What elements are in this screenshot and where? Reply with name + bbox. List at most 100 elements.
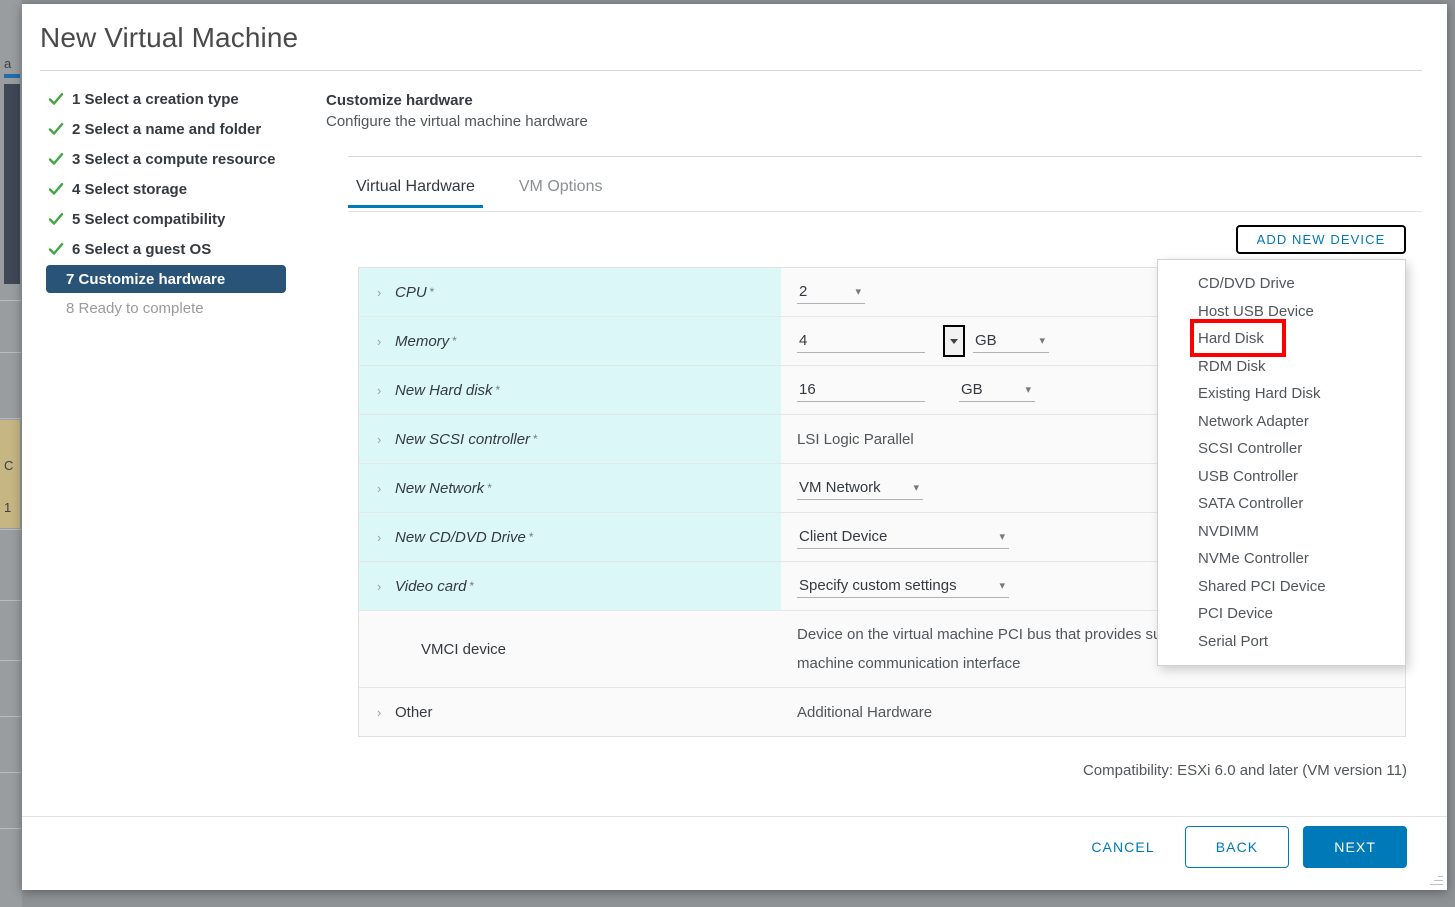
menu-item-rdm-disk[interactable]: RDM Disk: [1158, 353, 1405, 381]
cancel-button[interactable]: CANCEL: [1075, 829, 1170, 865]
add-new-device-button[interactable]: ADD NEW DEVICE: [1236, 225, 1406, 254]
step-label: 5 Select compatibility: [72, 211, 225, 228]
step-label: 8 Ready to complete: [66, 300, 204, 317]
menu-item-cd-dvd-drive[interactable]: CD/DVD Drive: [1158, 270, 1405, 298]
checkmark-icon: [48, 181, 64, 197]
row-label: CPU: [395, 284, 427, 301]
pane-title: Customize hardware: [326, 92, 588, 109]
required-marker: *: [496, 383, 501, 397]
sidebar-item-step-4[interactable]: 4 Select storage: [46, 174, 336, 204]
background-app-strip: a C 1: [0, 0, 22, 907]
step-label: 7 Customize hardware: [66, 271, 225, 288]
chevron-right-icon[interactable]: ›: [377, 481, 395, 496]
menu-item-shared-pci-device[interactable]: Shared PCI Device: [1158, 573, 1405, 601]
chevron-down-icon: ▾: [855, 285, 861, 298]
menu-item-nvme-controller[interactable]: NVMe Controller: [1158, 545, 1405, 573]
chevron-right-icon[interactable]: ›: [377, 579, 395, 594]
other-value: Additional Hardware: [797, 704, 932, 721]
required-marker: *: [533, 432, 538, 446]
network-select[interactable]: VM Network ▾: [797, 477, 923, 500]
required-marker: *: [469, 579, 474, 593]
checkmark-icon: [48, 121, 64, 137]
row-label-cell[interactable]: › New SCSI controller*: [359, 415, 781, 463]
sidebar-item-step-8[interactable]: 8 Ready to complete: [46, 293, 336, 323]
sidebar-item-step-7[interactable]: 7 Customize hardware: [46, 265, 286, 293]
row-label: VMCI device: [421, 641, 506, 658]
step-label: 3 Select a compute resource: [72, 151, 275, 168]
sidebar-item-step-6[interactable]: 6 Select a guest OS: [46, 234, 336, 264]
menu-item-scsi-controller[interactable]: SCSI Controller: [1158, 435, 1405, 463]
menu-item-serial-port[interactable]: Serial Port: [1158, 628, 1405, 656]
background-dark-panel: [4, 84, 20, 284]
sidebar-item-step-1[interactable]: 1 Select a creation type: [46, 84, 336, 114]
tab-virtual-hardware[interactable]: Virtual Hardware: [348, 174, 483, 208]
step-label: 2 Select a name and folder: [72, 121, 261, 138]
sidebar-item-step-5[interactable]: 5 Select compatibility: [46, 204, 336, 234]
row-label-cell[interactable]: › Other: [359, 688, 781, 736]
sidebar-item-step-2[interactable]: 2 Select a name and folder: [46, 114, 336, 144]
tab-vm-options[interactable]: VM Options: [511, 174, 611, 208]
chevron-down-icon: ▾: [999, 530, 1005, 543]
row-label-cell: VMCI device: [359, 611, 781, 687]
chevron-down-icon: ▾: [1025, 383, 1031, 396]
chevron-down-icon: ▾: [999, 579, 1005, 592]
row-label: New Hard disk: [395, 382, 493, 399]
compatibility-text: Compatibility: ESXi 6.0 and later (VM ve…: [1083, 762, 1407, 779]
menu-item-usb-controller[interactable]: USB Controller: [1158, 463, 1405, 491]
step-label: 1 Select a creation type: [72, 91, 239, 108]
title-divider: [40, 70, 1422, 71]
add-new-device-menu: CD/DVD Drive Host USB Device Hard Disk R…: [1157, 259, 1406, 666]
cd-dvd-device-value: Client Device: [799, 528, 887, 545]
sidebar-item-step-3[interactable]: 3 Select a compute resource: [46, 144, 336, 174]
menu-item-hard-disk[interactable]: Hard Disk: [1158, 325, 1405, 353]
chevron-right-icon[interactable]: ›: [377, 432, 395, 447]
footer-divider: [22, 816, 1447, 817]
row-label-cell[interactable]: › Video card*: [359, 562, 781, 610]
menu-item-nvdimm[interactable]: NVDIMM: [1158, 518, 1405, 546]
row-label-cell[interactable]: › Memory*: [359, 317, 781, 365]
resize-handle-icon[interactable]: [1429, 872, 1443, 886]
row-label: New Network: [395, 480, 484, 497]
chevron-right-icon[interactable]: ›: [377, 705, 395, 720]
hard-disk-unit-select[interactable]: GB ▾: [959, 379, 1035, 402]
memory-spinner-button[interactable]: [943, 325, 965, 357]
next-button[interactable]: NEXT: [1303, 826, 1407, 868]
required-marker: *: [452, 334, 457, 348]
hard-disk-size-input[interactable]: [797, 379, 925, 402]
cd-dvd-device-select[interactable]: Client Device ▾: [797, 526, 1009, 549]
background-accent-line: [4, 74, 20, 78]
chevron-right-icon[interactable]: ›: [377, 530, 395, 545]
chevron-right-icon[interactable]: ›: [377, 334, 395, 349]
row-label: Other: [395, 704, 433, 721]
step-label: 6 Select a guest OS: [72, 241, 211, 258]
row-label: New SCSI controller: [395, 431, 530, 448]
row-label-cell[interactable]: › New Hard disk*: [359, 366, 781, 414]
video-card-select[interactable]: Specify custom settings ▾: [797, 575, 1009, 598]
cpu-count-select[interactable]: 2 ▾: [797, 281, 865, 304]
chevron-right-icon[interactable]: ›: [377, 383, 395, 398]
row-label-cell[interactable]: › CPU*: [359, 268, 781, 316]
required-marker: *: [529, 530, 534, 544]
pane-header: Customize hardware Configure the virtual…: [326, 92, 588, 130]
checkmark-icon: [48, 151, 64, 167]
memory-size-input[interactable]: [797, 330, 925, 353]
memory-unit-select[interactable]: GB ▾: [973, 330, 1049, 353]
required-marker: *: [430, 285, 435, 299]
menu-item-pci-device[interactable]: PCI Device: [1158, 600, 1405, 628]
checkmark-icon: [48, 91, 64, 107]
tab-bar-underline: [348, 211, 1422, 212]
menu-item-existing-hard-disk[interactable]: Existing Hard Disk: [1158, 380, 1405, 408]
menu-item-host-usb-device[interactable]: Host USB Device: [1158, 298, 1405, 326]
menu-item-network-adapter[interactable]: Network Adapter: [1158, 408, 1405, 436]
back-button[interactable]: BACK: [1185, 826, 1290, 868]
menu-item-sata-controller[interactable]: SATA Controller: [1158, 490, 1405, 518]
memory-unit-value: GB: [975, 332, 997, 349]
page-title: New Virtual Machine: [40, 22, 298, 54]
row-label-cell[interactable]: › New Network*: [359, 464, 781, 512]
vmci-description-line-2: machine communication interface: [797, 655, 1020, 672]
wizard-steps: 1 Select a creation type 2 Select a name…: [46, 84, 336, 323]
hard-disk-unit-value: GB: [961, 381, 983, 398]
chevron-right-icon[interactable]: ›: [377, 285, 395, 300]
row-label-cell[interactable]: › New CD/DVD Drive*: [359, 513, 781, 561]
new-virtual-machine-dialog: New Virtual Machine 1 Select a creation …: [22, 4, 1447, 890]
